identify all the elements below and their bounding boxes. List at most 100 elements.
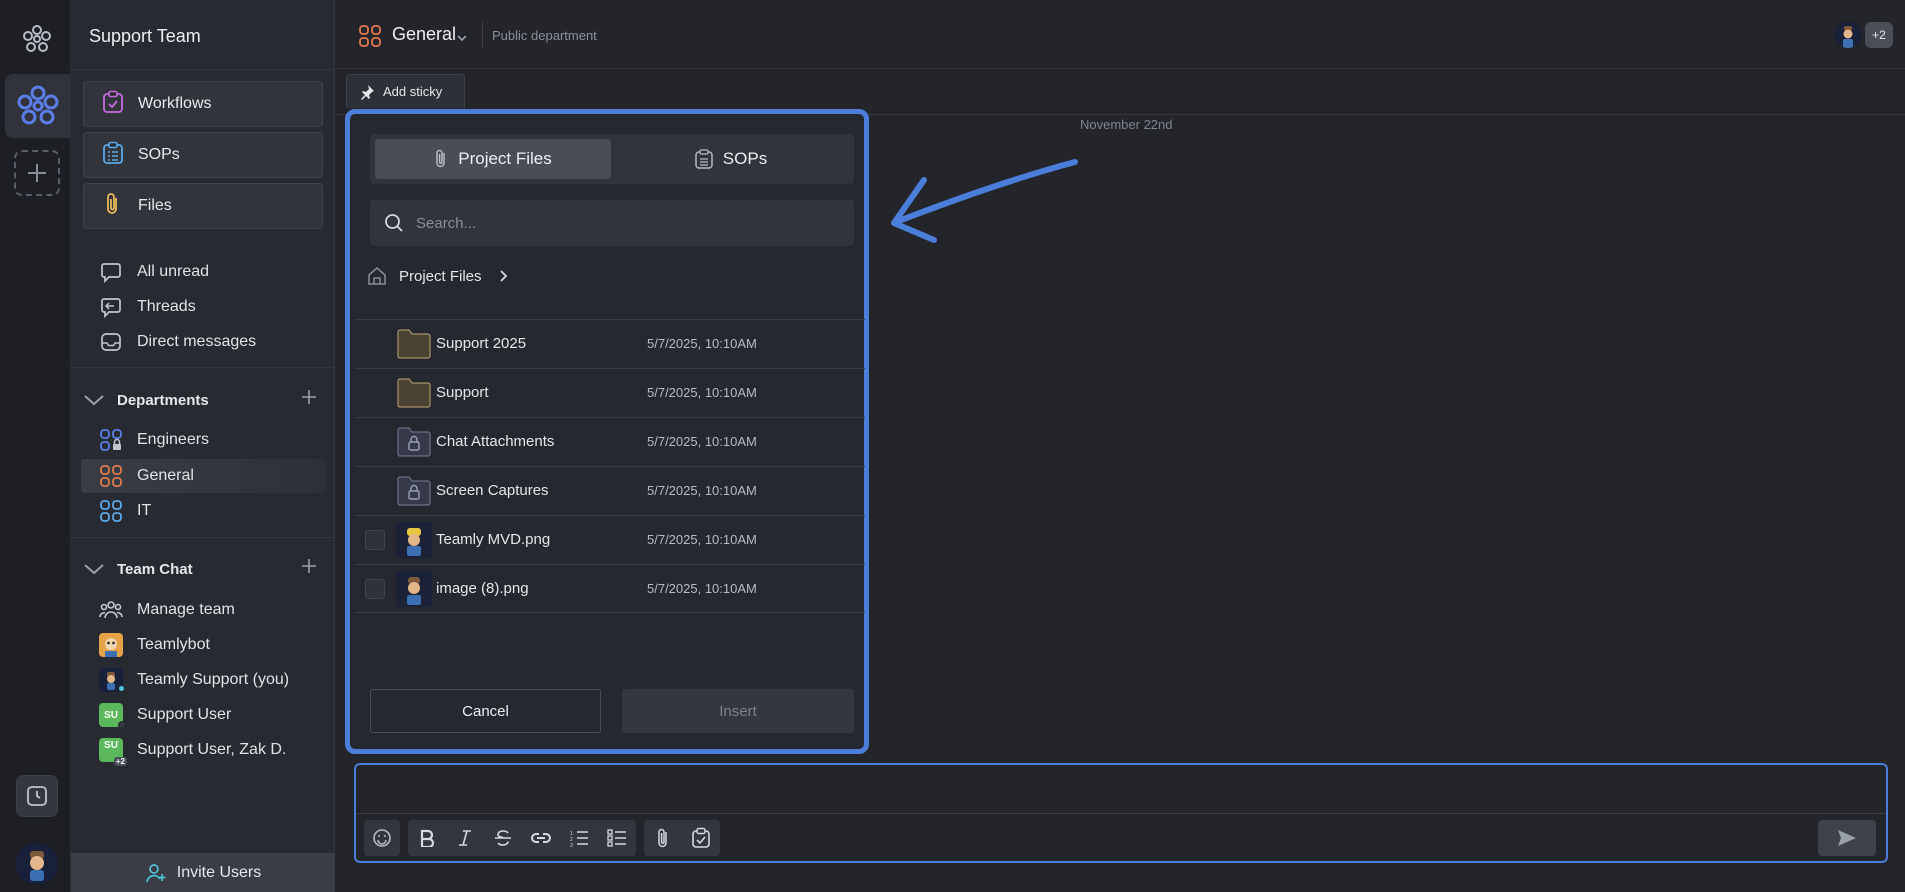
message-composer[interactable]: 123 <box>354 763 1888 863</box>
sidebar-item-engineers[interactable]: Engineers <box>99 427 209 453</box>
image-thumbnail <box>396 522 432 558</box>
picker-tabs: Project Files SOPs <box>370 134 854 184</box>
cancel-button[interactable]: Cancel <box>370 689 601 733</box>
teamchat-section-header[interactable]: Team Chat <box>83 557 323 581</box>
add-sticky-button[interactable]: Add sticky <box>346 74 465 108</box>
svg-text:3: 3 <box>570 843 573 847</box>
link-icon[interactable] <box>522 820 560 856</box>
history-button[interactable] <box>16 775 58 817</box>
sidebar-item-manage-team[interactable]: Manage team <box>99 597 235 623</box>
sidebar-card-workflows[interactable]: Workflows <box>83 81 323 127</box>
insert-button[interactable]: Insert <box>622 689 854 733</box>
numbered-list-icon[interactable]: 123 <box>560 820 598 856</box>
file-list: Support 2025 5/7/2025, 10:10AM Support 5… <box>355 319 865 613</box>
paperclip-icon <box>434 149 448 169</box>
sidebar-item-label: Engineers <box>137 431 210 448</box>
tab-sops[interactable]: SOPs <box>613 139 849 179</box>
locked-department-icon <box>99 428 123 452</box>
file-date: 5/7/2025, 10:10AM <box>647 434 757 449</box>
sidebar-item-label: IT <box>137 502 152 519</box>
locked-folder-icon <box>396 474 432 508</box>
sidebar-card-label: Files <box>138 197 172 214</box>
departments-section-header[interactable]: Departments <box>83 388 323 412</box>
chevron-down-icon[interactable] <box>456 30 468 48</box>
section-title: Departments <box>117 391 209 409</box>
file-checkbox[interactable] <box>365 579 385 599</box>
file-checkbox[interactable] <box>365 530 385 550</box>
sidebar-item-all-unread[interactable]: All unread <box>99 259 209 285</box>
sidebar-item-teamlybot[interactable]: Teamlybot <box>99 632 210 658</box>
avatar-initials: SU <box>104 740 118 751</box>
sidebar-item-support-user[interactable]: SU Support User <box>99 702 231 729</box>
tab-project-files[interactable]: Project Files <box>375 139 611 179</box>
locked-folder-icon <box>396 425 432 459</box>
chevron-down-icon <box>83 562 105 576</box>
file-name: Teamly MVD.png <box>436 531 551 548</box>
sidebar-item-threads[interactable]: Threads <box>99 294 196 320</box>
clock-icon <box>27 786 47 806</box>
sidebar-card-files[interactable]: Files <box>83 183 323 229</box>
sidebar: Support Team Workflows SOPs Files All un… <box>71 0 335 892</box>
list-clipboard-icon <box>695 149 713 169</box>
file-search[interactable] <box>370 200 854 246</box>
emoji-button[interactable] <box>364 820 400 856</box>
italic-icon[interactable] <box>446 820 484 856</box>
chevron-down-icon <box>83 393 105 407</box>
sidebar-card-label: SOPs <box>138 146 180 163</box>
file-date: 5/7/2025, 10:10AM <box>647 336 757 351</box>
home-icon[interactable] <box>367 266 387 286</box>
clipboard-check-icon[interactable] <box>682 820 720 856</box>
tab-label: SOPs <box>722 149 768 168</box>
file-row[interactable]: Teamly MVD.png 5/7/2025, 10:10AM <box>355 515 865 564</box>
bot-avatar <box>99 633 123 657</box>
sidebar-item-direct-messages[interactable]: Direct messages <box>99 329 256 355</box>
department-icon <box>99 499 123 523</box>
avatar-initials: SU <box>104 709 118 721</box>
file-row[interactable]: Support 5/7/2025, 10:10AM <box>355 368 865 417</box>
app-window: Support Team Workflows SOPs Files All un… <box>0 0 1905 892</box>
sidebar-card-sops[interactable]: SOPs <box>83 132 323 178</box>
search-input[interactable] <box>416 214 836 232</box>
breadcrumb-item[interactable]: Project Files <box>399 268 482 285</box>
add-chat-icon[interactable] <box>301 558 317 578</box>
divider <box>482 22 483 48</box>
sidebar-item-teamly-support[interactable]: Teamly Support (you) <box>99 667 289 693</box>
plus-icon <box>28 164 46 182</box>
file-name: image (8).png <box>436 580 529 597</box>
add-department-icon[interactable] <box>301 389 317 409</box>
offline-status-dot <box>118 721 126 729</box>
initials-avatar: SU <box>99 703 126 729</box>
file-name: Chat Attachments <box>436 433 555 450</box>
section-title: Team Chat <box>117 560 193 578</box>
user-avatar[interactable] <box>16 843 58 885</box>
app-logo-icon[interactable] <box>22 24 52 54</box>
annotation-arrow-icon <box>891 159 1078 243</box>
divider <box>71 367 335 368</box>
file-row[interactable]: Chat Attachments 5/7/2025, 10:10AM <box>355 417 865 466</box>
group-count-badge: +2 <box>113 757 127 766</box>
bold-icon[interactable] <box>408 820 446 856</box>
add-sticky-label: Add sticky <box>383 84 443 99</box>
file-row[interactable]: Support 2025 5/7/2025, 10:10AM <box>355 319 865 368</box>
sidebar-item-general[interactable]: General <box>99 463 194 489</box>
composer-toolbar: 123 <box>356 813 1886 861</box>
emoji-icon <box>364 820 400 856</box>
file-row[interactable]: image (8).png 5/7/2025, 10:10AM <box>355 564 865 613</box>
channel-title[interactable]: General <box>392 24 456 45</box>
sidebar-item-it[interactable]: IT <box>99 498 151 524</box>
add-workspace-button[interactable] <box>14 150 60 196</box>
invite-users-button[interactable]: Invite Users <box>71 853 335 892</box>
send-button[interactable] <box>1818 820 1876 856</box>
send-icon <box>1837 829 1857 847</box>
list-clipboard-icon <box>102 141 124 170</box>
workspace-switch-button[interactable] <box>5 74 70 138</box>
file-row[interactable]: Screen Captures 5/7/2025, 10:10AM <box>355 466 865 515</box>
strikethrough-icon[interactable] <box>484 820 522 856</box>
sidebar-item-support-user-group[interactable]: SU +2 Support User, Zak D. <box>99 737 286 766</box>
member-avatars[interactable]: +2 <box>1835 22 1893 48</box>
paperclip-icon[interactable] <box>644 820 682 856</box>
invite-label: Invite Users <box>176 863 262 881</box>
channel-header: General Public department +2 <box>336 0 1905 69</box>
bullet-list-icon[interactable] <box>598 820 636 856</box>
formatting-group: 123 <box>408 820 636 856</box>
